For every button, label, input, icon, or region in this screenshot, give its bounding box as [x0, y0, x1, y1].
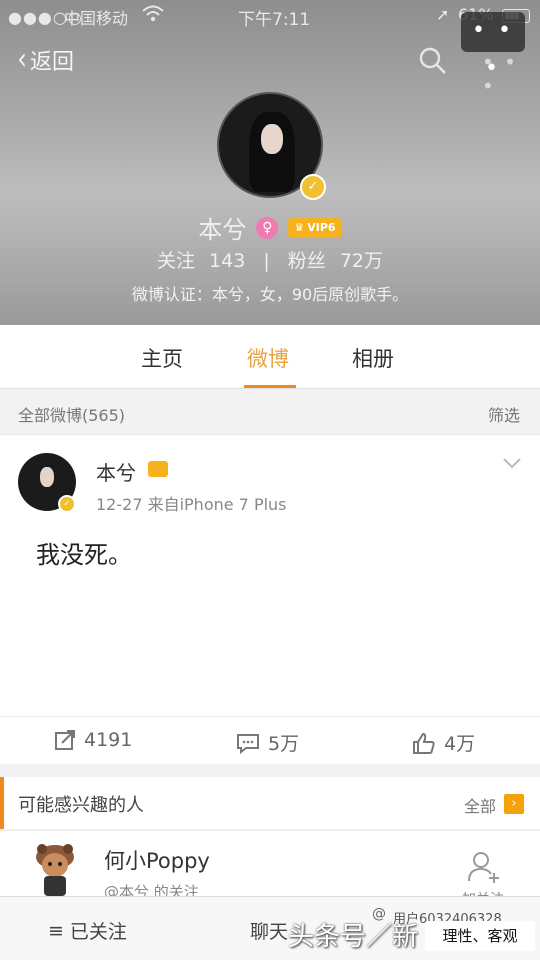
suggest-user-name[interactable]: 何小Poppy — [104, 845, 210, 875]
add-follow-icon[interactable] — [466, 849, 502, 885]
all-posts-label[interactable]: 全部微博(565) — [18, 402, 125, 426]
post-avatar-face — [40, 467, 54, 487]
back-button[interactable]: ‹ 返回 — [16, 44, 74, 76]
avatar-face — [261, 124, 283, 154]
menu-icon: ≡ — [48, 919, 64, 942]
chevron-left-icon: ‹ — [17, 42, 27, 77]
vip-crown-icon — [148, 461, 168, 477]
thumbs-up-icon — [413, 732, 435, 754]
suggest-title: 可能感兴趣的人 — [18, 795, 144, 816]
comment-count: 5万 — [268, 733, 300, 755]
suggest-all-link[interactable]: 全部 — [464, 793, 496, 817]
suggest-user-row[interactable]: 何小Poppy @本兮 的关注 加关注 — [0, 830, 540, 908]
post-author[interactable]: 本兮 — [96, 457, 136, 486]
following-count: 143 — [209, 250, 246, 272]
watermark-badge: 理性、客观 — [425, 921, 535, 951]
following-label: 关注 — [156, 250, 195, 272]
search-icon[interactable] — [418, 46, 448, 76]
arrow-right-icon[interactable]: › — [504, 794, 524, 814]
stat-divider: | — [263, 250, 270, 272]
watermark-at: @ — [372, 906, 386, 922]
profile-name: 本兮 — [198, 216, 247, 244]
follow-stats: 关注 143 | 粉丝 72万 — [0, 246, 540, 273]
like-button[interactable]: 4万 — [412, 729, 475, 756]
female-icon: ♀ — [256, 216, 279, 239]
vip-badge[interactable]: ♛ VIP6 — [288, 217, 342, 238]
comment-button[interactable]: 5万 — [236, 729, 299, 756]
chevron-down-icon[interactable] — [502, 453, 522, 473]
like-count: 4万 — [444, 733, 476, 755]
profile-name-row: 本兮 ♀ ♛ VIP6 — [0, 210, 540, 245]
repost-button[interactable]: 4191 — [54, 729, 132, 751]
back-label: 返回 — [30, 50, 75, 75]
repost-icon — [55, 730, 75, 750]
active-tab-indicator — [244, 385, 296, 388]
carrier-name: 中国移动 — [64, 9, 129, 28]
tab-home[interactable]: 主页 — [141, 343, 183, 373]
chat-button[interactable]: 聊天 — [250, 917, 288, 944]
profile-cover: ●●●○○ 中国移动 下午7:11 ➚ 61% ‹ 返回 • • • ✓ 本兮 … — [0, 0, 540, 325]
post-verified-icon: ✓ — [58, 495, 76, 513]
followed-label: 已关注 — [69, 921, 127, 943]
weibo-post[interactable]: ✓ 本兮 12-27 来自iPhone 7 Plus 我没死。 — [0, 434, 540, 764]
more-menu-button[interactable]: • • • — [461, 12, 525, 81]
tab-album[interactable]: 相册 — [352, 343, 394, 373]
profile-tabs: 主页 微博 相册 — [0, 325, 540, 389]
post-actions: 4191 5万 4万 — [0, 716, 540, 764]
followers-count: 72万 — [339, 250, 384, 272]
tab-weibo[interactable]: 微博 — [247, 343, 289, 373]
status-time: 下午7:11 — [238, 10, 311, 30]
followers-label: 粉丝 — [287, 250, 326, 272]
followed-button[interactable]: ≡ 已关注 — [48, 917, 127, 944]
post-text: 我没死。 — [36, 541, 132, 569]
posts-section-bar: 全部微博(565) 筛选 — [0, 390, 540, 434]
crown-icon: ♛ — [294, 220, 305, 234]
repost-count: 4191 — [84, 729, 133, 751]
comment-icon — [237, 733, 259, 754]
location-icon: ➚ — [436, 5, 450, 24]
status-bar: ●●●○○ 中国移动 下午7:11 ➚ 61% — [0, 0, 540, 32]
suggest-header: 可能感兴趣的人 全部 › — [0, 777, 540, 829]
bear-avatar[interactable] — [34, 843, 76, 897]
wifi-icon — [142, 4, 164, 28]
verification-text: 微博认证：本兮，女，90后原创歌手。 — [131, 285, 409, 304]
filter-button[interactable]: 筛选 — [488, 402, 520, 426]
following-stat[interactable]: 关注 143 — [153, 250, 249, 272]
followers-stat[interactable]: 粉丝 72万 — [284, 250, 387, 272]
post-meta: 12-27 来自iPhone 7 Plus — [96, 495, 287, 514]
vip-label: VIP6 — [307, 220, 336, 234]
verified-badge-icon: ✓ — [300, 174, 326, 200]
